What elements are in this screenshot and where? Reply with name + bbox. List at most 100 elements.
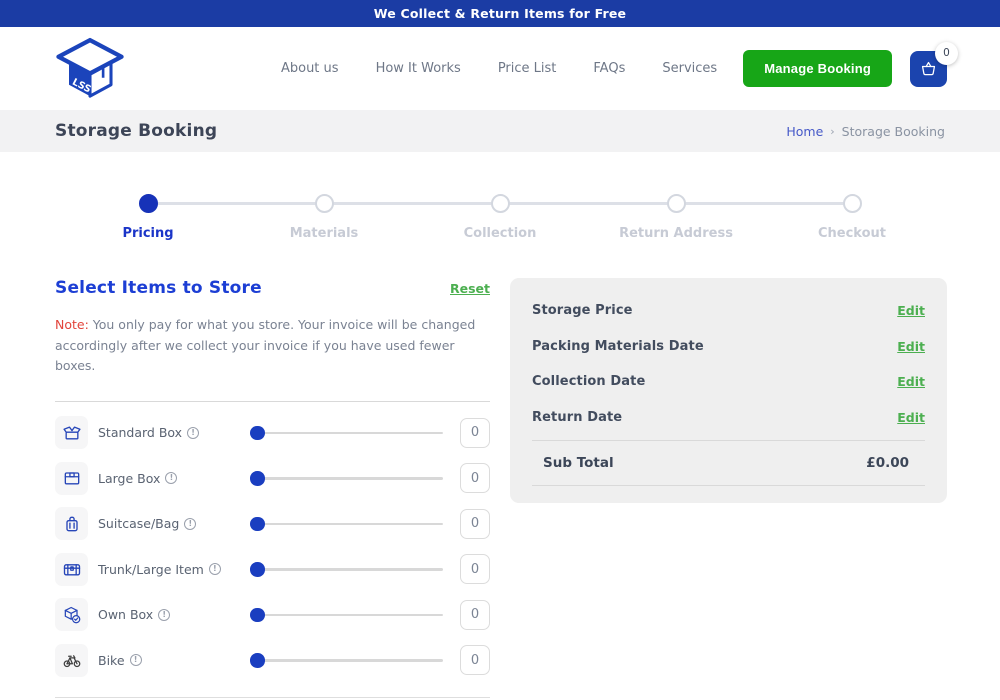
chevron-right-icon: › [830,125,834,138]
info-icon[interactable]: ! [184,518,196,530]
slider-track[interactable] [250,432,443,435]
large-box-qty-input[interactable] [460,463,490,493]
edit-return-date-link[interactable]: Edit [897,410,925,425]
slider-thumb[interactable] [250,608,265,623]
summary-row-return-date: Return Date Edit [532,410,925,425]
step-return-address[interactable]: Return Address [588,194,764,241]
nav-about-us[interactable]: About us [281,61,339,76]
reset-link[interactable]: Reset [450,281,490,296]
item-row-standard-box: Standard Box! [55,410,490,456]
item-row-suitcase: Suitcase/Bag! [55,501,490,547]
promo-banner: We Collect & Return Items for Free [0,0,1000,27]
main-nav: About us How It Works Price List FAQs Se… [281,61,717,76]
item-label: Suitcase/Bag! [98,516,250,531]
summary-row-storage-price: Storage Price Edit [532,303,925,318]
step-collection-dot [491,194,510,213]
note-prefix: Note: [55,317,89,332]
step-checkout-dot [843,194,862,213]
booking-summary-panel: Storage Price Edit Packing Materials Dat… [510,278,947,503]
slider-track[interactable] [250,477,443,480]
info-icon[interactable]: ! [130,654,142,666]
own-box-slider[interactable] [250,607,443,623]
note-text: Note: You only pay for what you store. Y… [55,315,490,377]
note-body: You only pay for what you store. Your in… [55,317,475,373]
company-logo-icon[interactable]: LSS [55,37,125,101]
bike-slider[interactable] [250,652,443,668]
slider-thumb[interactable] [250,426,265,441]
step-materials-dot [315,194,334,213]
page-title-bar: Storage Booking Home › Storage Booking [0,110,1000,152]
item-label: Own Box! [98,607,250,622]
info-icon[interactable]: ! [165,472,177,484]
nav-faqs[interactable]: FAQs [593,61,625,76]
booking-stepper: Pricing Materials Collection Return Addr… [60,194,940,241]
nav-price-list[interactable]: Price List [498,61,557,76]
suitcase-slider[interactable] [250,516,443,532]
item-row-own-box: Own Box! [55,592,490,638]
standard-box-slider[interactable] [250,425,443,441]
step-return-address-dot [667,194,686,213]
section-title: Select Items to Store [55,278,262,298]
summary-row-packing-materials-date: Packing Materials Date Edit [532,339,925,354]
basket-icon [919,59,938,78]
edit-storage-price-link[interactable]: Edit [897,303,925,318]
breadcrumb: Home › Storage Booking [786,124,945,139]
divider [55,401,490,402]
slider-track[interactable] [250,614,443,617]
breadcrumb-current: Storage Booking [842,124,945,139]
step-collection-label: Collection [464,226,537,241]
large-box-slider[interactable] [250,470,443,486]
slider-thumb[interactable] [250,562,265,577]
main-content: Select Items to Store Reset Note: You on… [0,278,1000,700]
page-title: Storage Booking [55,121,217,141]
nav-how-it-works[interactable]: How It Works [376,61,461,76]
step-return-address-label: Return Address [619,226,733,241]
divider [55,697,490,698]
item-row-large-box: Large Box! [55,455,490,501]
slider-track[interactable] [250,523,443,526]
suitcase-icon [55,507,88,540]
item-row-trunk: Trunk/Large Item! [55,546,490,592]
own-box-qty-input[interactable] [460,600,490,630]
item-row-bike: Bike! [55,637,490,683]
bike-icon [55,644,88,677]
cart-count-badge: 0 [935,42,958,65]
summary-row-label: Collection Date [532,374,645,389]
slider-track[interactable] [250,568,443,571]
suitcase-qty-input[interactable] [460,509,490,539]
slider-thumb[interactable] [250,517,265,532]
divider [532,485,925,486]
edit-collection-date-link[interactable]: Edit [897,374,925,389]
cart: 0 [910,51,947,87]
breadcrumb-home-link[interactable]: Home [786,124,823,139]
summary-row-collection-date: Collection Date Edit [532,374,925,389]
step-pricing[interactable]: Pricing [60,194,236,241]
info-icon[interactable]: ! [158,609,170,621]
standard-box-qty-input[interactable] [460,418,490,448]
edit-packing-materials-date-link[interactable]: Edit [897,339,925,354]
trunk-slider[interactable] [250,561,443,577]
trunk-qty-input[interactable] [460,554,490,584]
subtotal-label: Sub Total [543,455,614,471]
info-icon[interactable]: ! [209,563,221,575]
manage-booking-button[interactable]: Manage Booking [743,50,892,87]
step-materials[interactable]: Materials [236,194,412,241]
slider-track[interactable] [250,659,443,662]
item-label: Trunk/Large Item! [98,562,250,577]
subtotal-row: Sub Total £0.00 [532,441,925,485]
open-box-icon [55,416,88,449]
step-materials-label: Materials [290,226,359,241]
slider-thumb[interactable] [250,653,265,668]
step-checkout[interactable]: Checkout [764,194,940,241]
step-collection[interactable]: Collection [412,194,588,241]
slider-thumb[interactable] [250,471,265,486]
item-label: Standard Box! [98,425,250,440]
closed-box-icon [55,462,88,495]
info-icon[interactable]: ! [187,427,199,439]
step-pricing-label: Pricing [122,226,173,241]
promo-banner-text: We Collect & Return Items for Free [374,6,627,21]
item-label: Large Box! [98,471,250,486]
bike-qty-input[interactable] [460,645,490,675]
subtotal-value: £0.00 [866,455,909,471]
nav-services[interactable]: Services [662,61,717,76]
